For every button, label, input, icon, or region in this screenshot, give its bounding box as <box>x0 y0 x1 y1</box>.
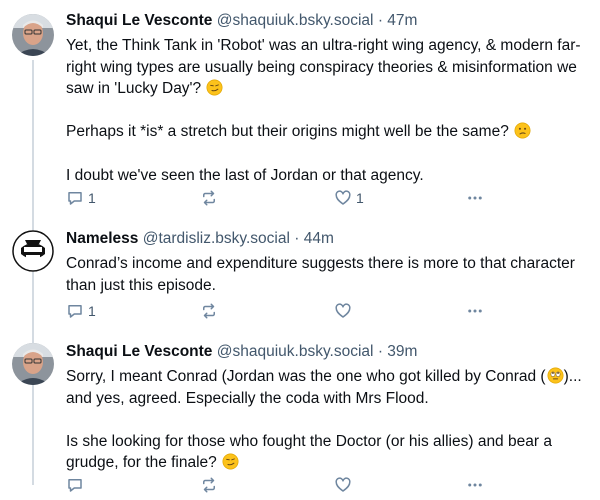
reply-button[interactable]: 1 <box>66 188 96 208</box>
like-icon <box>335 303 351 318</box>
repost-button[interactable] <box>200 475 222 495</box>
separator: · <box>377 343 383 360</box>
thread: Shaqui Le Vesconte @shaquiuk.bsky.social… <box>0 0 600 500</box>
smirk-emoji-icon <box>222 453 239 470</box>
more-icon <box>468 483 482 487</box>
post-actions: 1 <box>66 301 506 321</box>
post-actions <box>66 475 506 495</box>
post-paragraph: Conrad’s income and expenditure suggests… <box>66 255 575 294</box>
repost-icon <box>203 477 215 493</box>
post-paragraph: Is she looking for those who fought the … <box>66 432 552 472</box>
more-icon <box>468 196 482 200</box>
timestamp[interactable]: 39m <box>387 343 417 360</box>
reply-count: 1 <box>88 190 96 206</box>
post-text: Conrad’s income and expenditure suggests… <box>66 253 588 296</box>
post-header: Shaqui Le Vesconte @shaquiuk.bsky.social… <box>66 10 588 32</box>
timestamp[interactable]: 47m <box>387 12 417 29</box>
author-handle[interactable]: @shaquiuk.bsky.social <box>217 12 374 29</box>
reply-icon <box>68 192 82 205</box>
author-name[interactable]: Shaqui Le Vesconte <box>66 12 212 29</box>
more-icon <box>468 309 482 313</box>
more-options-button[interactable] <box>466 301 484 321</box>
avatar[interactable] <box>12 14 54 56</box>
like-icon <box>335 477 351 492</box>
timestamp[interactable]: 44m <box>304 230 334 247</box>
separator: · <box>377 12 383 29</box>
post-paragraph: Sorry, I meant Conrad (Jordan was the on… <box>66 368 537 385</box>
author-name[interactable]: Shaqui Le Vesconte <box>66 343 212 360</box>
more-options-button[interactable] <box>466 188 484 208</box>
confused-emoji-icon <box>514 122 531 139</box>
author-handle[interactable]: @tardisliz.bsky.social <box>143 230 290 247</box>
reply-count: 1 <box>88 303 96 319</box>
eye-roll-emoji-icon <box>547 367 564 384</box>
like-icon <box>335 190 351 205</box>
post-text: Sorry, I meant Conrad (Jordan was the on… <box>66 367 582 472</box>
avatar[interactable] <box>12 343 54 385</box>
repost-icon <box>203 190 215 206</box>
post-actions: 1 1 <box>66 188 506 208</box>
repost-icon <box>203 303 215 319</box>
post-paragraph: I doubt we've seen the last of Jordan or… <box>66 166 424 184</box>
reply-icon <box>68 305 82 318</box>
post-header: Shaqui Le Vesconte @shaquiuk.bsky.social… <box>66 341 588 363</box>
like-button[interactable]: 1 <box>334 188 364 208</box>
reply-button[interactable]: 1 <box>66 301 96 321</box>
post-paragraph: Perhaps it *is* a stretch but their orig… <box>66 123 509 141</box>
thread-line <box>32 60 34 485</box>
reply-icon <box>68 479 82 492</box>
smirk-emoji-icon <box>206 79 223 96</box>
author-handle[interactable]: @shaquiuk.bsky.social <box>217 343 374 360</box>
avatar[interactable] <box>12 230 54 272</box>
author-name[interactable]: Nameless <box>66 230 138 247</box>
separator: · <box>294 230 300 247</box>
repost-button[interactable] <box>200 301 222 321</box>
like-button[interactable] <box>334 301 356 321</box>
post-paragraph: Yet, the Think Tank in 'Robot' was an ul… <box>66 37 581 98</box>
more-options-button[interactable] <box>466 475 484 495</box>
like-count: 1 <box>356 190 364 206</box>
like-button[interactable] <box>334 475 356 495</box>
repost-button[interactable] <box>200 188 222 208</box>
post-text: Yet, the Think Tank in 'Robot' was an ul… <box>66 35 588 186</box>
reply-button[interactable] <box>66 475 88 495</box>
post-header: Nameless @tardisliz.bsky.social · 44m <box>66 228 588 250</box>
